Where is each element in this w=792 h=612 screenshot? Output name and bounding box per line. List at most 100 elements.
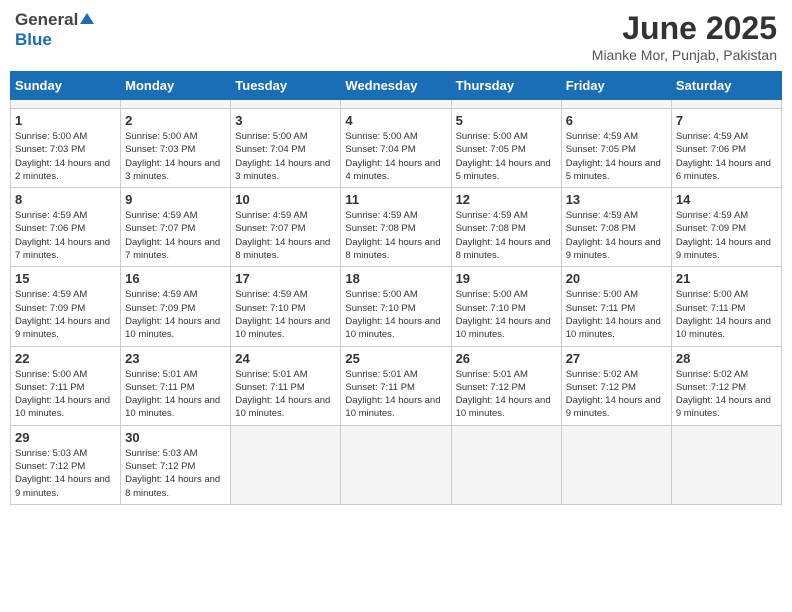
calendar-header-monday: Monday — [121, 72, 231, 100]
day-number: 14 — [676, 192, 777, 207]
location: Mianke Mor, Punjab, Pakistan — [592, 47, 777, 63]
day-number: 8 — [15, 192, 116, 207]
day-info: Sunrise: 4:59 AM Sunset: 7:05 PM Dayligh… — [566, 130, 667, 183]
day-info: Sunrise: 5:00 AM Sunset: 7:04 PM Dayligh… — [235, 130, 336, 183]
month-title: June 2025 — [592, 10, 777, 47]
calendar-day-cell: 3 Sunrise: 5:00 AM Sunset: 7:04 PM Dayli… — [231, 109, 341, 188]
day-number: 13 — [566, 192, 667, 207]
day-number: 7 — [676, 113, 777, 128]
calendar-day-cell: 29 Sunrise: 5:03 AM Sunset: 7:12 PM Dayl… — [11, 425, 121, 504]
day-info: Sunrise: 4:59 AM Sunset: 7:07 PM Dayligh… — [125, 209, 226, 262]
calendar-day-cell — [121, 100, 231, 109]
day-info: Sunrise: 5:00 AM Sunset: 7:11 PM Dayligh… — [566, 288, 667, 341]
calendar-week-row: 22 Sunrise: 5:00 AM Sunset: 7:11 PM Dayl… — [11, 346, 782, 425]
day-number: 3 — [235, 113, 336, 128]
calendar-day-cell: 19 Sunrise: 5:00 AM Sunset: 7:10 PM Dayl… — [451, 267, 561, 346]
day-number: 28 — [676, 351, 777, 366]
day-info: Sunrise: 5:01 AM Sunset: 7:11 PM Dayligh… — [235, 368, 336, 421]
calendar-day-cell: 20 Sunrise: 5:00 AM Sunset: 7:11 PM Dayl… — [561, 267, 671, 346]
calendar-table: SundayMondayTuesdayWednesdayThursdayFrid… — [10, 71, 782, 505]
day-number: 9 — [125, 192, 226, 207]
day-number: 2 — [125, 113, 226, 128]
calendar-week-row: 15 Sunrise: 4:59 AM Sunset: 7:09 PM Dayl… — [11, 267, 782, 346]
calendar-day-cell — [561, 100, 671, 109]
day-number: 17 — [235, 271, 336, 286]
calendar-day-cell — [671, 425, 781, 504]
calendar-day-cell: 25 Sunrise: 5:01 AM Sunset: 7:11 PM Dayl… — [341, 346, 451, 425]
calendar-header-row: SundayMondayTuesdayWednesdayThursdayFrid… — [11, 72, 782, 100]
calendar-day-cell: 8 Sunrise: 4:59 AM Sunset: 7:06 PM Dayli… — [11, 188, 121, 267]
calendar-day-cell: 22 Sunrise: 5:00 AM Sunset: 7:11 PM Dayl… — [11, 346, 121, 425]
day-info: Sunrise: 5:02 AM Sunset: 7:12 PM Dayligh… — [676, 368, 777, 421]
day-number: 16 — [125, 271, 226, 286]
calendar-day-cell: 21 Sunrise: 5:00 AM Sunset: 7:11 PM Dayl… — [671, 267, 781, 346]
day-number: 10 — [235, 192, 336, 207]
calendar-day-cell — [11, 100, 121, 109]
day-info: Sunrise: 5:00 AM Sunset: 7:03 PM Dayligh… — [15, 130, 116, 183]
calendar-week-row: 8 Sunrise: 4:59 AM Sunset: 7:06 PM Dayli… — [11, 188, 782, 267]
calendar-day-cell: 15 Sunrise: 4:59 AM Sunset: 7:09 PM Dayl… — [11, 267, 121, 346]
logo-blue: Blue — [15, 30, 52, 50]
day-info: Sunrise: 4:59 AM Sunset: 7:08 PM Dayligh… — [345, 209, 446, 262]
calendar-day-cell: 12 Sunrise: 4:59 AM Sunset: 7:08 PM Dayl… — [451, 188, 561, 267]
calendar-day-cell: 11 Sunrise: 4:59 AM Sunset: 7:08 PM Dayl… — [341, 188, 451, 267]
day-info: Sunrise: 5:03 AM Sunset: 7:12 PM Dayligh… — [15, 447, 116, 500]
calendar-day-cell: 30 Sunrise: 5:03 AM Sunset: 7:12 PM Dayl… — [121, 425, 231, 504]
day-number: 29 — [15, 430, 116, 445]
day-number: 22 — [15, 351, 116, 366]
logo-general: General — [15, 10, 78, 30]
day-number: 30 — [125, 430, 226, 445]
calendar-header-friday: Friday — [561, 72, 671, 100]
calendar-day-cell — [341, 425, 451, 504]
calendar-header-wednesday: Wednesday — [341, 72, 451, 100]
day-number: 11 — [345, 192, 446, 207]
logo-triangle-icon — [80, 13, 94, 24]
calendar-day-cell — [451, 100, 561, 109]
day-number: 15 — [15, 271, 116, 286]
day-number: 24 — [235, 351, 336, 366]
day-info: Sunrise: 4:59 AM Sunset: 7:06 PM Dayligh… — [676, 130, 777, 183]
day-info: Sunrise: 5:00 AM Sunset: 7:10 PM Dayligh… — [345, 288, 446, 341]
calendar-day-cell: 18 Sunrise: 5:00 AM Sunset: 7:10 PM Dayl… — [341, 267, 451, 346]
calendar-day-cell: 10 Sunrise: 4:59 AM Sunset: 7:07 PM Dayl… — [231, 188, 341, 267]
calendar-day-cell: 16 Sunrise: 4:59 AM Sunset: 7:09 PM Dayl… — [121, 267, 231, 346]
calendar-day-cell: 23 Sunrise: 5:01 AM Sunset: 7:11 PM Dayl… — [121, 346, 231, 425]
day-info: Sunrise: 5:01 AM Sunset: 7:12 PM Dayligh… — [456, 368, 557, 421]
calendar-week-row — [11, 100, 782, 109]
day-number: 27 — [566, 351, 667, 366]
day-info: Sunrise: 4:59 AM Sunset: 7:06 PM Dayligh… — [15, 209, 116, 262]
calendar-day-cell: 1 Sunrise: 5:00 AM Sunset: 7:03 PM Dayli… — [11, 109, 121, 188]
day-number: 6 — [566, 113, 667, 128]
day-info: Sunrise: 5:03 AM Sunset: 7:12 PM Dayligh… — [125, 447, 226, 500]
day-info: Sunrise: 4:59 AM Sunset: 7:10 PM Dayligh… — [235, 288, 336, 341]
day-number: 4 — [345, 113, 446, 128]
calendar-day-cell: 5 Sunrise: 5:00 AM Sunset: 7:05 PM Dayli… — [451, 109, 561, 188]
calendar-day-cell — [561, 425, 671, 504]
day-info: Sunrise: 5:00 AM Sunset: 7:04 PM Dayligh… — [345, 130, 446, 183]
day-number: 20 — [566, 271, 667, 286]
calendar-day-cell: 13 Sunrise: 4:59 AM Sunset: 7:08 PM Dayl… — [561, 188, 671, 267]
calendar-day-cell: 4 Sunrise: 5:00 AM Sunset: 7:04 PM Dayli… — [341, 109, 451, 188]
calendar-header-sunday: Sunday — [11, 72, 121, 100]
calendar-day-cell: 26 Sunrise: 5:01 AM Sunset: 7:12 PM Dayl… — [451, 346, 561, 425]
day-number: 26 — [456, 351, 557, 366]
day-number: 23 — [125, 351, 226, 366]
day-info: Sunrise: 5:02 AM Sunset: 7:12 PM Dayligh… — [566, 368, 667, 421]
calendar-header-thursday: Thursday — [451, 72, 561, 100]
day-info: Sunrise: 4:59 AM Sunset: 7:09 PM Dayligh… — [15, 288, 116, 341]
day-info: Sunrise: 4:59 AM Sunset: 7:08 PM Dayligh… — [566, 209, 667, 262]
day-info: Sunrise: 5:00 AM Sunset: 7:03 PM Dayligh… — [125, 130, 226, 183]
calendar-day-cell: 7 Sunrise: 4:59 AM Sunset: 7:06 PM Dayli… — [671, 109, 781, 188]
calendar-day-cell — [341, 100, 451, 109]
day-number: 25 — [345, 351, 446, 366]
calendar-day-cell: 2 Sunrise: 5:00 AM Sunset: 7:03 PM Dayli… — [121, 109, 231, 188]
day-info: Sunrise: 5:00 AM Sunset: 7:11 PM Dayligh… — [15, 368, 116, 421]
day-info: Sunrise: 5:01 AM Sunset: 7:11 PM Dayligh… — [345, 368, 446, 421]
day-info: Sunrise: 5:00 AM Sunset: 7:11 PM Dayligh… — [676, 288, 777, 341]
day-info: Sunrise: 5:00 AM Sunset: 7:10 PM Dayligh… — [456, 288, 557, 341]
day-number: 12 — [456, 192, 557, 207]
day-info: Sunrise: 4:59 AM Sunset: 7:09 PM Dayligh… — [676, 209, 777, 262]
calendar-day-cell — [231, 425, 341, 504]
day-number: 19 — [456, 271, 557, 286]
calendar-week-row: 1 Sunrise: 5:00 AM Sunset: 7:03 PM Dayli… — [11, 109, 782, 188]
